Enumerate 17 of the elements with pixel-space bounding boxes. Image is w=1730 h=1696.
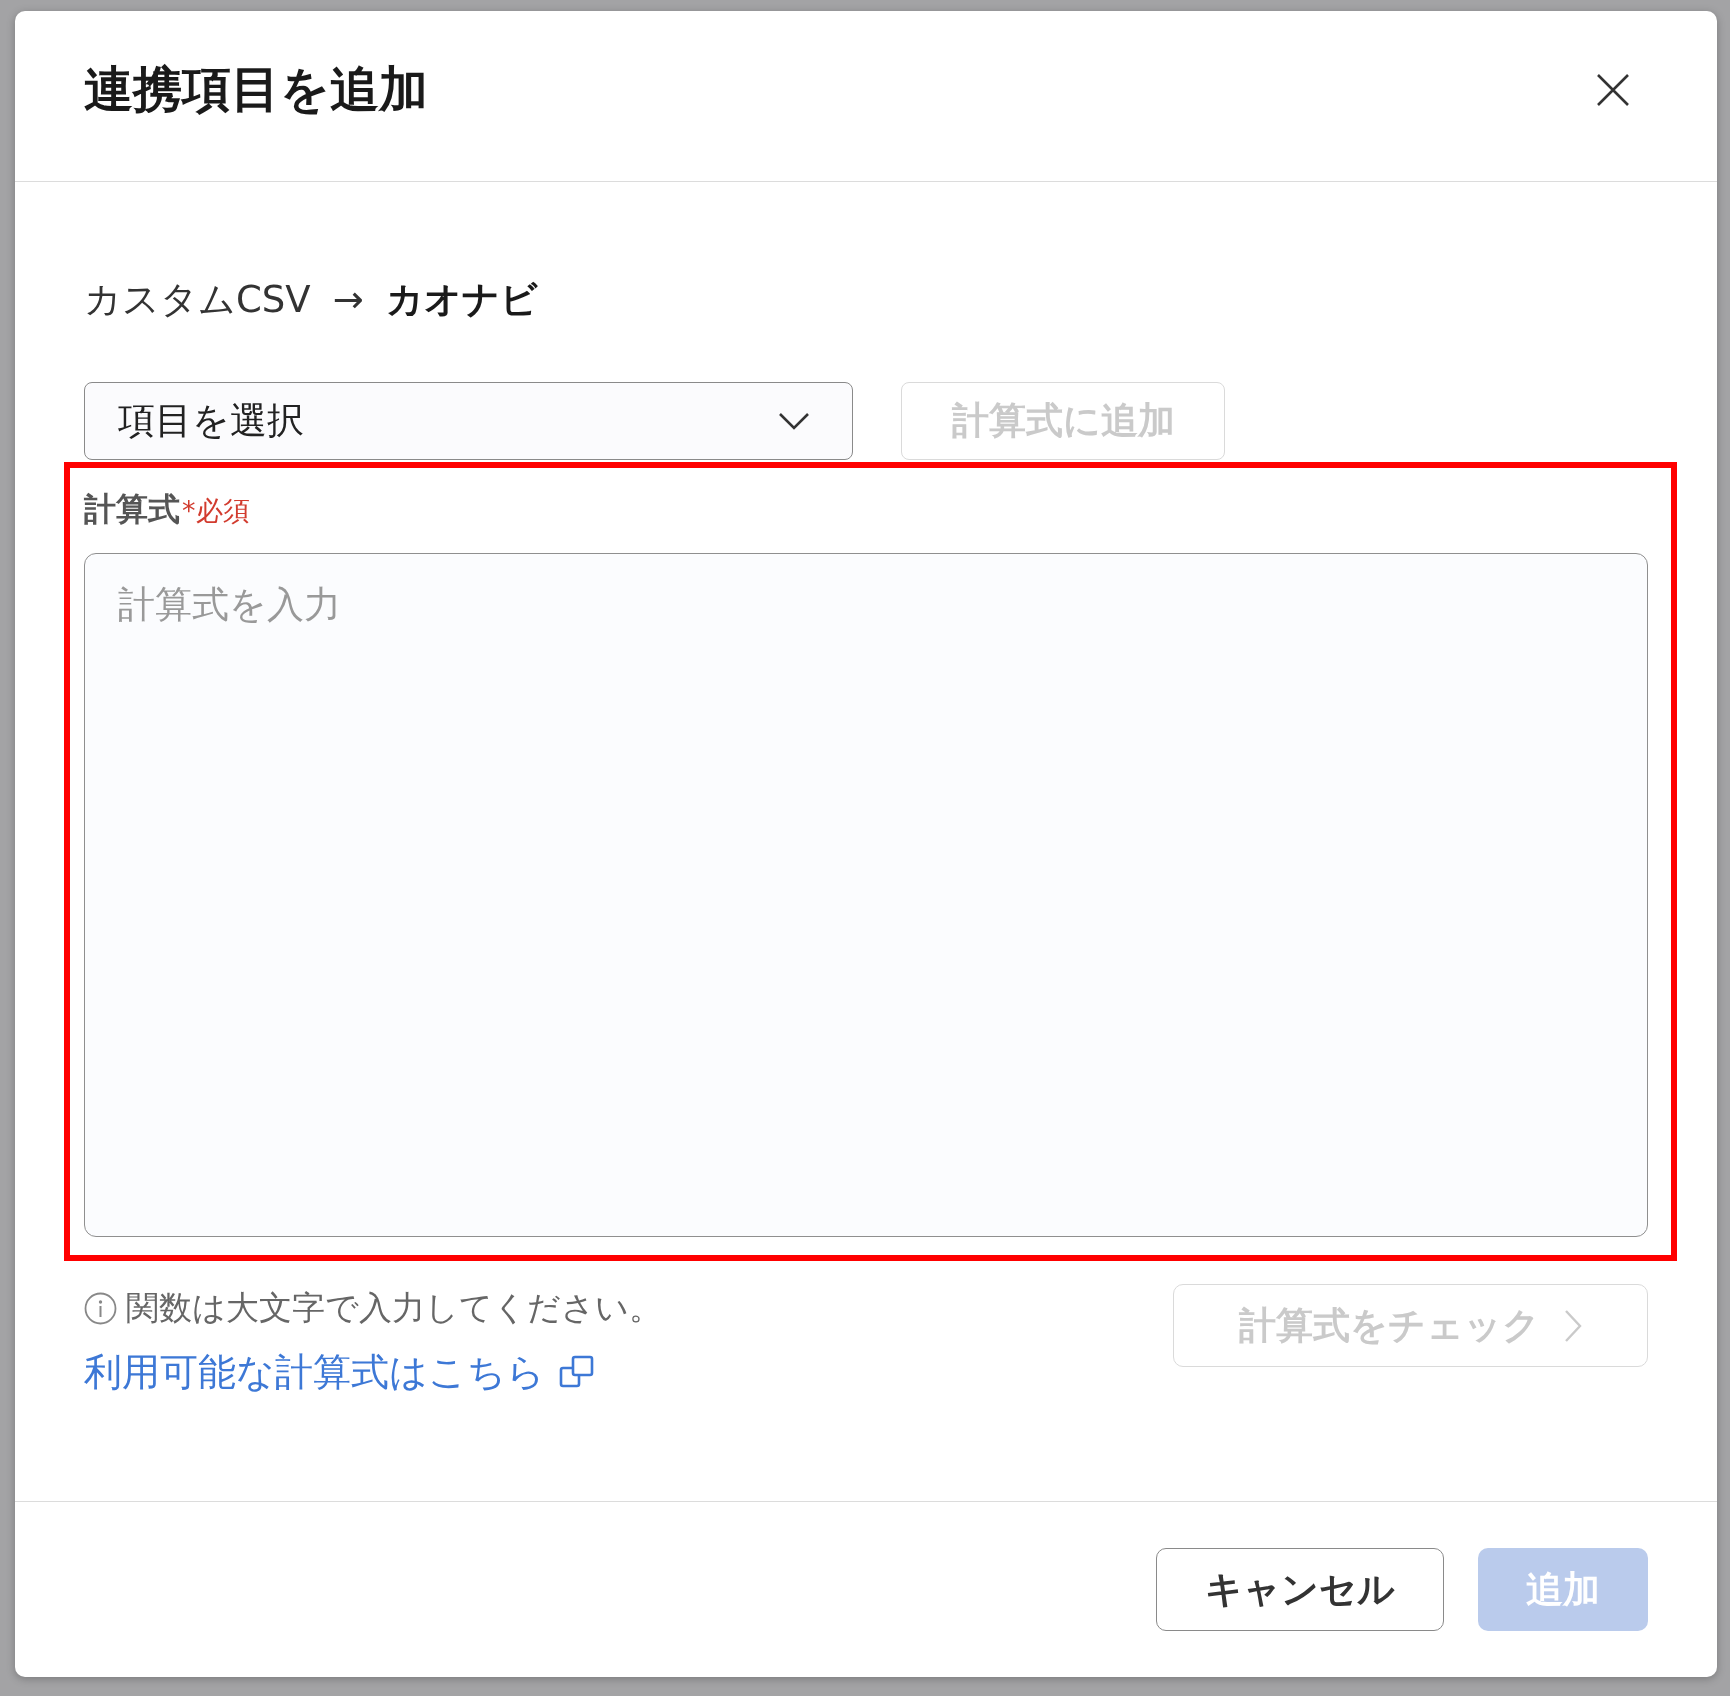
source-name: カスタムCSV <box>84 278 311 322</box>
required-note: *必須 <box>182 494 250 528</box>
chevron-down-icon <box>778 412 810 430</box>
cancel-button[interactable]: キャンセル <box>1156 1548 1444 1631</box>
formula-input[interactable]: 計算式を入力 <box>84 553 1648 1237</box>
functions-link[interactable]: 利用可能な計算式はこちら <box>84 1349 595 1395</box>
dialog-title: 連携項目を追加 <box>84 61 428 119</box>
external-link-icon <box>559 1354 595 1390</box>
target-name: カオナビ <box>385 278 538 322</box>
mapping-arrow: → <box>332 278 364 322</box>
close-icon <box>1596 73 1630 107</box>
hint-text: 関数は大文字で入力してください。 <box>126 1288 662 1328</box>
close-button[interactable] <box>1596 73 1630 107</box>
chevron-right-icon <box>1564 1308 1582 1343</box>
formula-label: 計算式 <box>84 489 180 529</box>
info-icon <box>84 1291 117 1325</box>
item-select[interactable]: 項目を選択 <box>84 382 853 460</box>
